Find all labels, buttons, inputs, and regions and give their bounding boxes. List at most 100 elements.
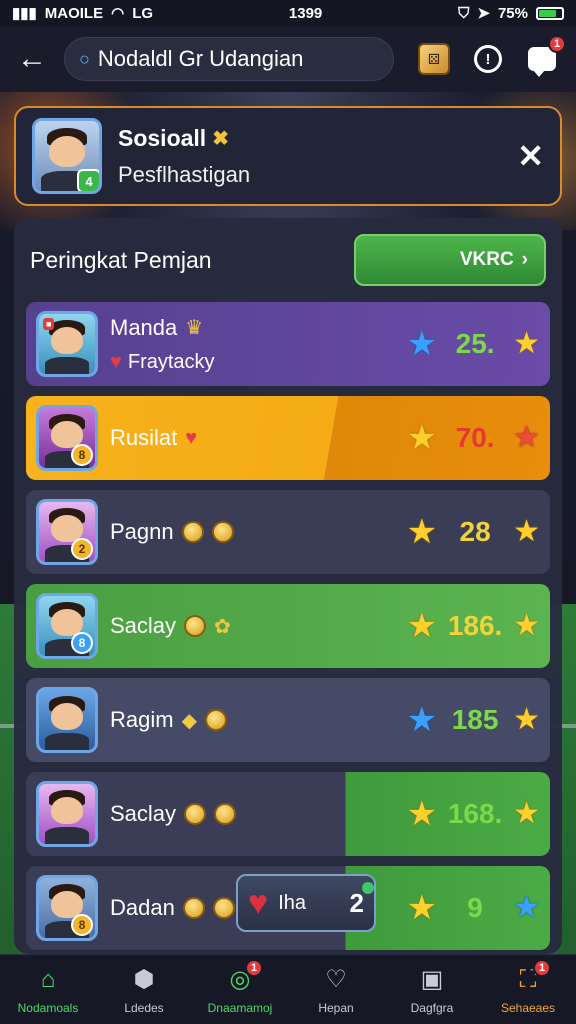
player-name: Pagnn [110, 519, 174, 544]
dice-button[interactable]: ⚄ [414, 39, 454, 79]
leaderboard-row[interactable]: 8 Dadan ♥ Iha 2 ★ 9 ★ [26, 866, 550, 950]
player-avatar: 2 [36, 499, 98, 565]
top-app-bar: ← ○ ⚄ ! 1 [0, 26, 576, 92]
target-icon: ◎ 1 [225, 958, 263, 995]
nav-item-center[interactable]: ◎ 1 Dnaamamoj [192, 958, 288, 1015]
wifi-icon: ◠ [111, 5, 125, 22]
rank-chip: 8 [71, 914, 93, 936]
leaderboard-row[interactable]: Saclay ★ 168. ★ [26, 772, 550, 856]
star-icon: ★ [406, 607, 438, 645]
tag-icon: ■ [43, 318, 55, 330]
nav-label: Dnaamamoj [207, 1000, 273, 1015]
status-bar: ▮▮▮ MAOILE ◠ LG 1399 ⛉ ➤ 75% [0, 0, 576, 26]
coin-icon [212, 897, 235, 919]
lock-icon: ⛶ 1 [513, 958, 551, 995]
leaderboard-row[interactable]: Ragim ◆ ★ 185 ★ [26, 678, 550, 762]
notification-card[interactable]: 4 Sosioall ✖ Pesflhastigan ✕ [14, 106, 562, 206]
player-name: Saclay [110, 613, 177, 638]
nav-item-heart[interactable]: ♡ Hepan [288, 965, 384, 1015]
coin-icon [182, 897, 205, 919]
coin-icon [184, 803, 207, 825]
network-label: LG [132, 4, 154, 22]
info-icon: ! [474, 45, 502, 73]
coin-icon [204, 709, 227, 731]
dice-icon: ⚄ [418, 43, 450, 75]
clock: 1399 [288, 4, 323, 22]
chat-badge: 1 [548, 35, 566, 53]
player-name: Saclay [110, 801, 177, 826]
crown-icon: ♛ [185, 317, 204, 339]
notification-avatar: 4 [32, 118, 102, 194]
nav-label: Ldedes [124, 1000, 164, 1015]
star-icon: ★ [513, 515, 540, 548]
notification-subtitle: Pesflhastigan [118, 161, 251, 187]
star-icon: ★ [406, 795, 438, 833]
avatar-badge: 4 [77, 169, 99, 191]
player-avatar: 8 [36, 405, 98, 471]
rank-chip: 8 [71, 444, 93, 466]
info-button[interactable]: ! [468, 39, 508, 79]
chat-button[interactable]: 1 [522, 35, 566, 79]
leaderboard-row[interactable]: 2 Pagnn ★ 28 ★ [26, 490, 550, 574]
player-score: 185 [451, 704, 499, 735]
player-name: Dadan [110, 895, 175, 920]
player-score: 168. [447, 798, 503, 829]
nav-label: Sehaeaes [500, 1000, 556, 1015]
heart-icon: ♥ [110, 350, 122, 373]
star-icon: ★ [406, 701, 438, 739]
player-score: 9 [467, 892, 483, 923]
nav-item-leaders[interactable]: ⬢ Ldedes [96, 965, 192, 1015]
search-icon: ○ [79, 48, 90, 69]
shield-icon: ⛉ [458, 4, 470, 22]
back-button[interactable]: ← [14, 42, 50, 76]
search-input[interactable] [97, 46, 379, 72]
leaderboard-title: Peringkat Pemjan [30, 246, 212, 273]
signal-icon: ▮▮▮ [12, 5, 37, 22]
popup-value-text: 2 [349, 887, 364, 918]
player-avatar: 8 [36, 875, 98, 941]
player-avatar: ■ [36, 311, 98, 377]
nav-label: Dagfgra [410, 1000, 454, 1015]
player-score: 186. [447, 610, 503, 641]
rank-chip: 8 [71, 632, 93, 654]
leaderboard-panel: Peringkat Pemjan VKRC › ■ Manda ♛ ♥ Fray… [14, 218, 562, 954]
nav-item-home[interactable]: ⌂ Nodamoals [0, 965, 96, 1015]
close-button[interactable]: ✕ [517, 137, 544, 175]
leaderboard-action-button[interactable]: VKRC › [354, 234, 546, 286]
star-icon: ★ [513, 703, 540, 736]
player-score: 70. [455, 422, 495, 453]
star-icon: ★ [513, 421, 540, 454]
leaderboard-action-label: VKRC [459, 249, 514, 270]
player-name: Rusilat [110, 425, 178, 450]
player-name: Manda [110, 314, 178, 340]
player-subtitle: Fraytacky [127, 350, 215, 373]
nav-label: Hepan [318, 1000, 354, 1015]
box-icon: ⬢ [133, 966, 155, 993]
location-icon: ➤ [477, 5, 490, 22]
leaderboard-row[interactable]: 8 Rusilat ♥ ★ 70. ★ [26, 396, 550, 480]
carrier-label: MAOILE [44, 4, 104, 22]
star-icon: ★ [406, 513, 438, 551]
coin-icon [214, 803, 237, 825]
battery-percent: 75% [497, 4, 528, 22]
home-icon: ⌂ [40, 965, 56, 993]
nav-label: Nodamoals [17, 1000, 79, 1015]
star-icon: ★ [513, 891, 540, 924]
gift-icon: ✿ [214, 615, 231, 638]
coin-icon [211, 521, 234, 543]
nav-item-shop[interactable]: ▣ Dagfgra [384, 965, 480, 1015]
heart-icon: ♥ [248, 883, 269, 922]
search-box[interactable]: ○ [64, 37, 394, 81]
popup-label: Iha [278, 891, 306, 914]
nav-badge: 1 [245, 958, 263, 977]
player-score: 28 [459, 516, 491, 547]
heart-popup[interactable]: ♥ Iha 2 [236, 874, 376, 932]
leaderboard-row[interactable]: 8 Saclay ✿ ★ 186. ★ [26, 584, 550, 668]
popup-value: 2 [349, 881, 374, 919]
rank-chip: 2 [71, 538, 93, 560]
sparkle-icon: ✖ [212, 127, 229, 150]
heart-icon: ♡ [325, 966, 347, 993]
player-name: Ragim [110, 707, 174, 732]
leaderboard-row[interactable]: ■ Manda ♛ ♥ Fraytacky ★ 25. ★ [26, 302, 550, 386]
nav-item-settings[interactable]: ⛶ 1 Sehaeaes [480, 958, 576, 1015]
